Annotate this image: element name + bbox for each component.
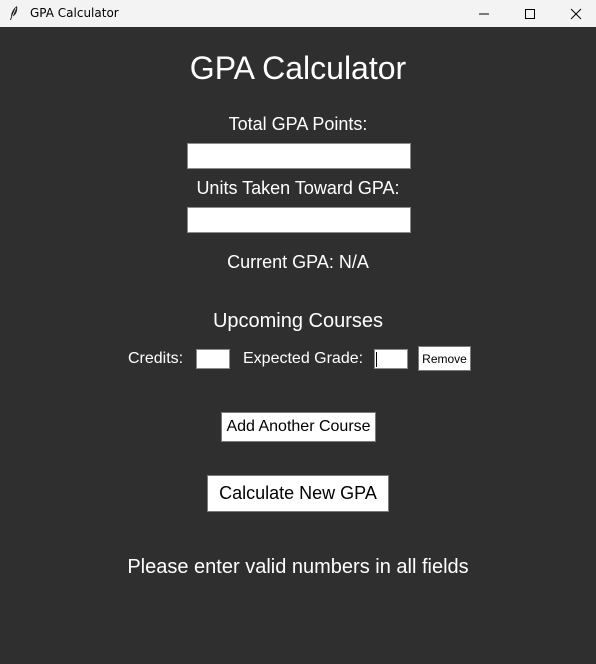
- minimize-button[interactable]: [461, 0, 507, 27]
- units-label: Units Taken Toward GPA:: [196, 178, 400, 198]
- close-icon: [570, 8, 582, 19]
- close-button[interactable]: [553, 0, 596, 27]
- total-points-label: Total GPA Points:: [228, 114, 368, 134]
- units-input[interactable]: [187, 207, 411, 233]
- add-course-button[interactable]: Add Another Course: [221, 412, 376, 442]
- total-points-input[interactable]: [187, 143, 411, 169]
- text-cursor: [376, 352, 377, 367]
- minimize-icon: [479, 13, 489, 14]
- calculate-button[interactable]: Calculate New GPA: [207, 475, 389, 512]
- page-title: GPA Calculator: [189, 50, 407, 86]
- feather-icon: [10, 6, 18, 20]
- maximize-icon: [525, 8, 535, 19]
- window-titlebar: GPA Calculator: [0, 0, 596, 27]
- maximize-button[interactable]: [507, 0, 553, 27]
- window-title: GPA Calculator: [30, 6, 119, 20]
- expected-grade-input[interactable]: [374, 349, 408, 369]
- credits-label: Credits:: [128, 350, 184, 367]
- credits-input[interactable]: [196, 349, 230, 369]
- remove-course-button[interactable]: Remove: [418, 346, 471, 371]
- status-message: Please enter valid numbers in all fields: [127, 556, 469, 578]
- current-gpa-label: Current GPA: N/A: [227, 252, 369, 272]
- expected-grade-label: Expected Grade:: [243, 350, 364, 367]
- upcoming-courses-heading: Upcoming Courses: [212, 310, 384, 332]
